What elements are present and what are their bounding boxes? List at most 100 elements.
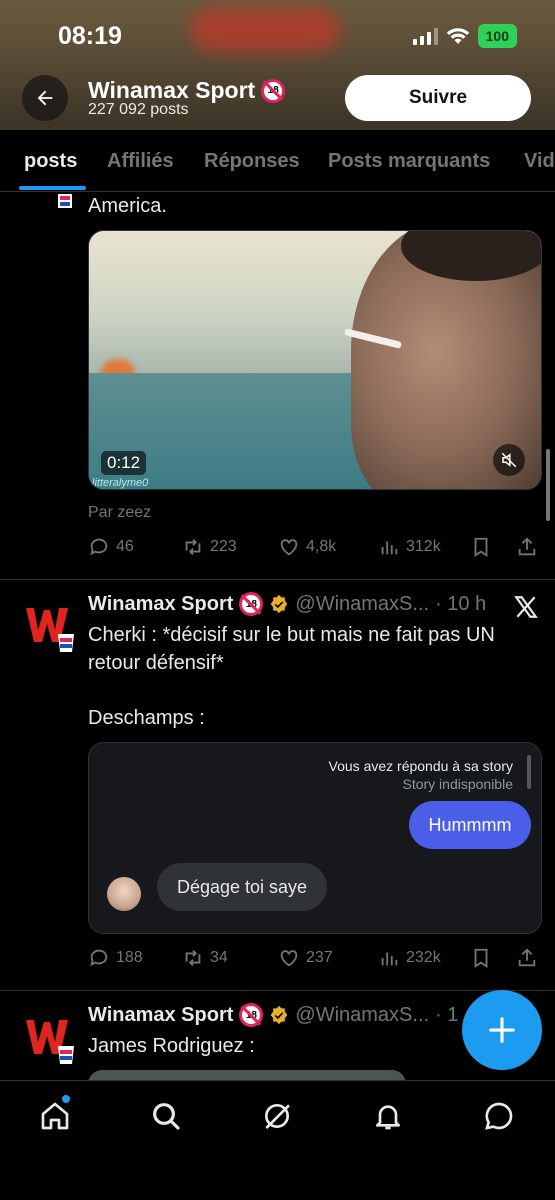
story-reply-label: Vous avez répondu à sa story: [328, 758, 513, 774]
timeline: America. 0:12 litteralyme0 Par zeez 46 2…: [0, 192, 555, 1080]
story-scrollbar: [527, 755, 531, 789]
blurred-notification: [190, 8, 340, 52]
heart-icon: [280, 950, 298, 967]
repost-button[interactable]: 223: [182, 536, 237, 558]
post-header: Winamax Sport 18 @WinamaxS... · 10 h: [88, 592, 486, 616]
profile-header: 08:19 100 Winamax Sport 18 227 092 posts…: [0, 0, 555, 130]
share-button[interactable]: [516, 947, 538, 969]
post-text: James Rodriguez :: [88, 1035, 255, 1057]
bookmark-button[interactable]: [470, 536, 492, 558]
like-button[interactable]: 4,8k: [278, 536, 336, 558]
post-text-line: Cherki : *décisif sur le but mais ne fai…: [88, 624, 495, 646]
x-logo-icon[interactable]: [513, 594, 539, 620]
battery-indicator: 100: [477, 24, 517, 48]
post-divider: [0, 579, 555, 580]
profile-name: Winamax Sport: [88, 77, 256, 103]
share-button[interactable]: [516, 536, 538, 558]
tab-replies[interactable]: Réponses: [204, 150, 300, 173]
tab-videos[interactable]: Vid: [524, 150, 555, 173]
plus-icon: [489, 1017, 515, 1043]
nav-search[interactable]: [149, 1099, 183, 1133]
bottom-navigation: [0, 1080, 555, 1200]
post-image[interactable]: [88, 1070, 406, 1080]
bookmark-icon: [474, 537, 488, 557]
post-text-line: retour défensif*: [88, 652, 224, 674]
author-name[interactable]: Winamax Sport: [88, 593, 233, 616]
arrow-left-icon: [37, 90, 53, 106]
video-attribution: Par zeez: [88, 504, 152, 521]
signal-icon: [412, 27, 438, 45]
feed-scrollbar[interactable]: [546, 449, 550, 521]
repost-icon: [185, 950, 201, 966]
video-duration: 0:12: [101, 451, 147, 475]
author-name[interactable]: Winamax Sport: [88, 1004, 233, 1027]
sent-message-bubble: Hummmm: [409, 801, 531, 849]
views-icon: [381, 541, 398, 555]
age-restriction-icon: 18: [239, 1003, 264, 1027]
repost-icon: [185, 539, 201, 555]
views-button[interactable]: 232k: [378, 947, 441, 969]
winamax-avatar[interactable]: [24, 1014, 76, 1066]
verified-badge-icon: [271, 594, 288, 614]
reply-button[interactable]: 46: [88, 536, 134, 558]
profile-name-row: Winamax Sport 18: [88, 77, 286, 104]
views-count: 312k: [406, 538, 441, 555]
post-text: America.: [88, 195, 167, 217]
back-button[interactable]: [22, 75, 68, 121]
repost-count: 223: [210, 538, 237, 555]
views-button[interactable]: 312k: [378, 536, 441, 558]
winamax-avatar[interactable]: [24, 602, 76, 654]
nav-home[interactable]: [38, 1099, 72, 1133]
status-indicators: 100: [412, 24, 517, 48]
tab-highlights[interactable]: Posts marquants: [328, 150, 490, 173]
author-handle[interactable]: @WinamaxS...: [295, 1004, 429, 1027]
search-icon: [153, 1103, 180, 1130]
tab-posts[interactable]: posts: [24, 150, 77, 173]
video-watermark: litteralyme0: [92, 477, 149, 489]
post-divider: [0, 990, 555, 991]
post-image-story-reply[interactable]: Vous avez répondu à sa story Story indis…: [88, 742, 542, 934]
received-message-bubble: Dégage toi saye: [157, 863, 327, 911]
post-header: Winamax Sport 18 @WinamaxS... · 1: [88, 1003, 458, 1027]
mute-button[interactable]: [493, 444, 525, 476]
active-tab-indicator: [19, 186, 86, 190]
post-video[interactable]: 0:12 litteralyme0: [88, 230, 542, 490]
muted-speaker-icon: [501, 452, 517, 468]
like-button[interactable]: 237: [278, 947, 333, 969]
views-count: 232k: [406, 949, 441, 966]
post-time: · 10 h: [435, 592, 487, 615]
bookmark-button[interactable]: [470, 947, 492, 969]
repost-count: 34: [210, 949, 228, 966]
share-icon: [518, 537, 536, 556]
reply-icon: [90, 538, 108, 556]
bell-icon: [376, 1105, 400, 1130]
nav-messages[interactable]: [482, 1099, 516, 1133]
status-time: 08:19: [58, 22, 122, 50]
views-icon: [381, 952, 398, 966]
like-count: 237: [306, 949, 333, 966]
post-time: · 1: [435, 1003, 459, 1026]
repost-button[interactable]: 34: [182, 947, 228, 969]
post-actions: 46 223 4,8k 312k: [88, 532, 542, 562]
author-handle[interactable]: @WinamaxS...: [295, 593, 429, 616]
reply-button[interactable]: 188: [88, 947, 143, 969]
heart-icon: [280, 539, 298, 556]
winamax-logo-icon: [58, 194, 72, 208]
bookmark-icon: [474, 948, 488, 968]
tab-affiliates[interactable]: Affiliés: [107, 150, 174, 173]
age-restriction-icon: 18: [239, 592, 264, 616]
nav-notifications[interactable]: [371, 1099, 405, 1133]
follow-button[interactable]: Suivre: [345, 75, 531, 121]
story-unavailable-label: Story indisponible: [402, 776, 513, 792]
age-restriction-icon: 18: [261, 78, 286, 103]
verified-badge-icon: [271, 1005, 288, 1025]
post-text-line: Deschamps :: [88, 707, 205, 729]
like-count: 4,8k: [306, 538, 337, 555]
compose-button[interactable]: [462, 990, 542, 1070]
home-icon: [41, 1102, 69, 1130]
reply-icon: [90, 949, 108, 967]
posts-count: 227 092 posts: [88, 101, 189, 118]
reply-count: 46: [116, 538, 134, 555]
nav-grok[interactable]: [260, 1099, 294, 1133]
story-note: Vous avez répondu à sa story Story indis…: [329, 757, 513, 793]
